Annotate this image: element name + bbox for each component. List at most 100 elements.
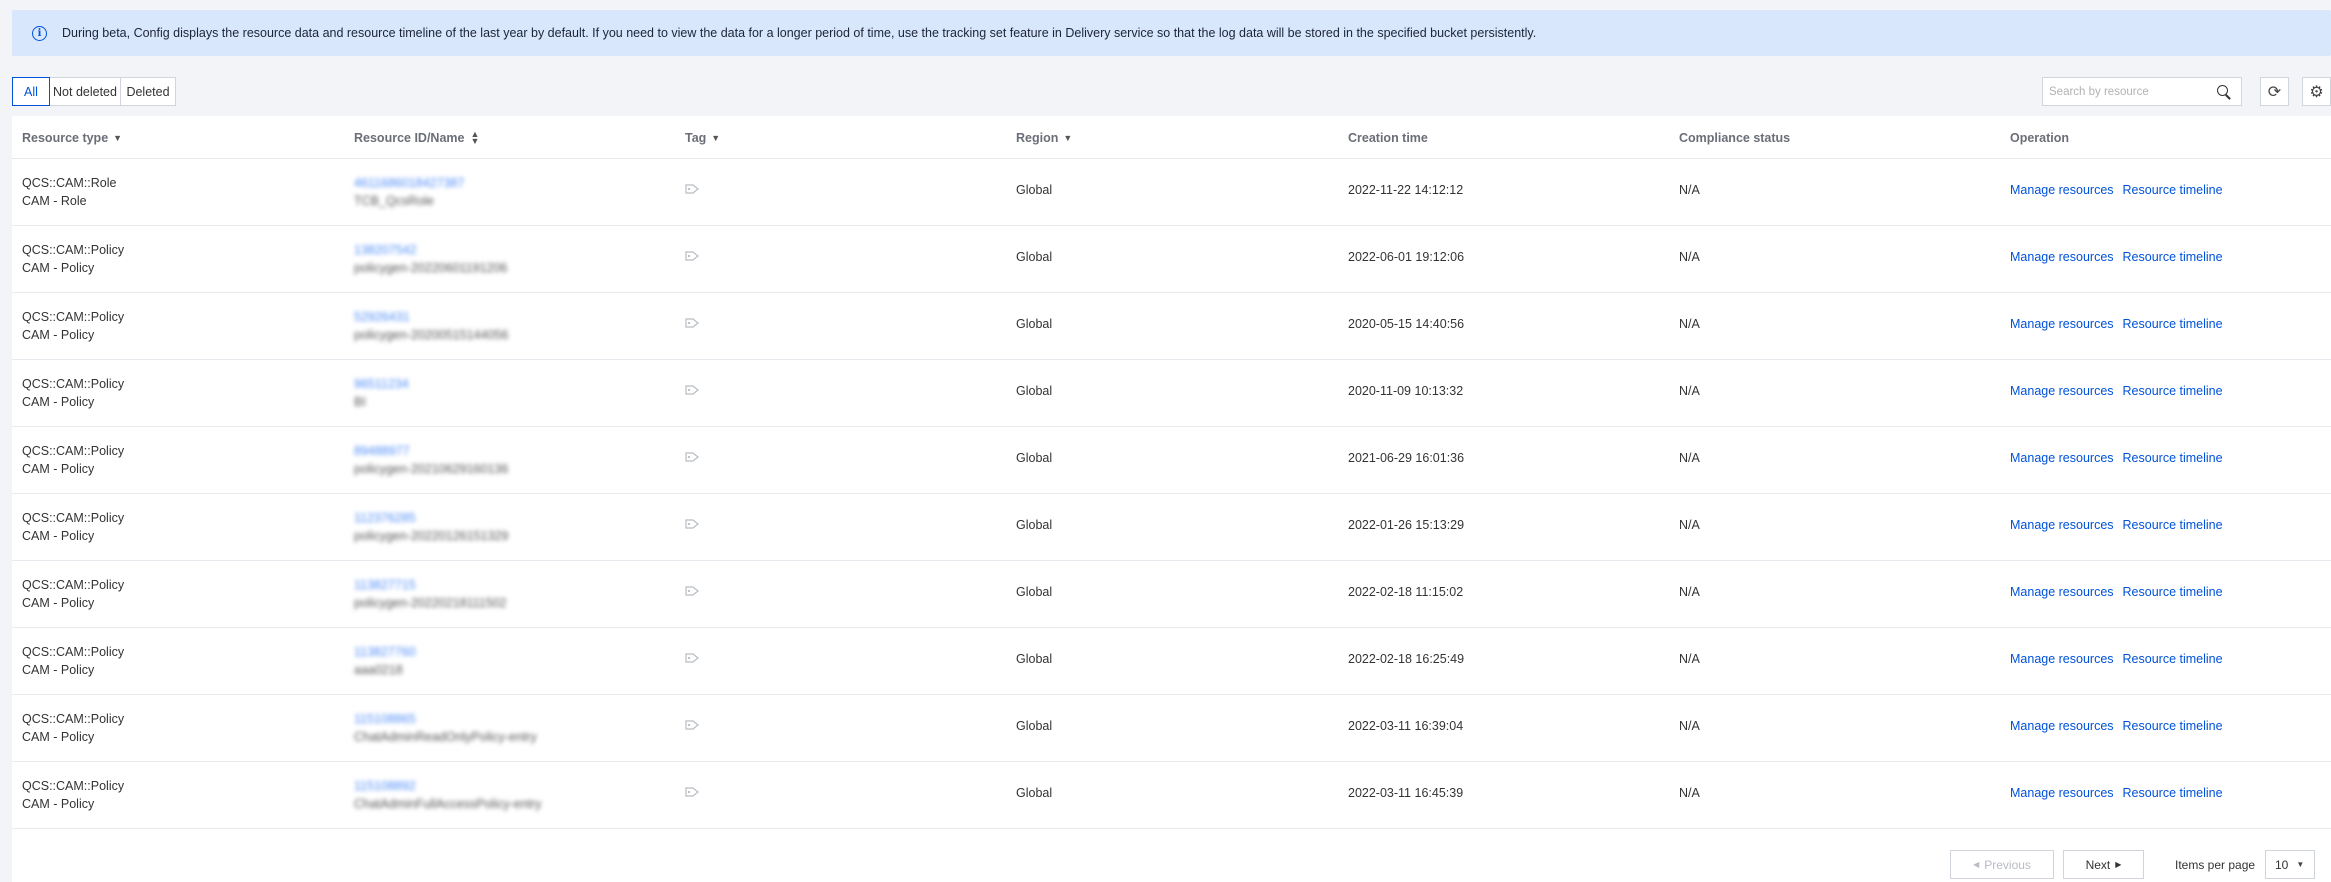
items-per-page-select[interactable]: 10 ▼	[2265, 850, 2315, 879]
resource-timeline-link[interactable]: Resource timeline	[2123, 518, 2223, 532]
resource-id-link[interactable]: 96511234	[354, 375, 409, 393]
caret-left-icon: ◀	[1973, 860, 1980, 869]
resource-name: ChatAdminReadOnlyPolicy-entry	[354, 730, 537, 744]
compliance-status-cell: N/A	[1679, 384, 1700, 398]
resource-type-code: QCS::CAM::Policy	[22, 578, 125, 592]
filter-icon[interactable]: ▼	[1063, 133, 1072, 143]
resource-timeline-link[interactable]: Resource timeline	[2123, 317, 2223, 331]
tag-icon[interactable]	[685, 452, 699, 462]
table-row: QCS::CAM::Policy CAM - Policy 96511234 B…	[12, 360, 2331, 427]
creation-time-cell: 2022-02-18 16:25:49	[1348, 652, 1465, 666]
resource-timeline-link[interactable]: Resource timeline	[2123, 250, 2223, 264]
resource-timeline-link[interactable]: Resource timeline	[2123, 384, 2223, 398]
manage-resources-link[interactable]: Manage resources	[2010, 719, 2114, 733]
operation-cell: Manage resources Resource timeline	[2010, 183, 2223, 197]
tag-icon[interactable]	[685, 519, 699, 529]
resource-type-cell: QCS::CAM::Policy CAM - Policy	[22, 308, 124, 344]
compliance-status-cell: N/A	[1679, 451, 1700, 465]
tag-icon[interactable]	[685, 318, 699, 328]
tag-icon[interactable]	[685, 385, 699, 395]
manage-resources-link[interactable]: Manage resources	[2010, 518, 2114, 532]
region-cell: Global	[1016, 451, 1053, 465]
tag-icon[interactable]	[685, 787, 699, 797]
creation-time-cell: 2020-11-09 10:13:32	[1348, 384, 1464, 398]
manage-resources-link[interactable]: Manage resources	[2010, 384, 2114, 398]
resource-id-link[interactable]: 4611686018427387	[354, 174, 464, 192]
creation-time-cell: 2022-03-11 16:45:39	[1348, 786, 1464, 800]
region-cell: Global	[1016, 585, 1053, 599]
operation-cell: Manage resources Resource timeline	[2010, 518, 2223, 532]
tag-icon[interactable]	[685, 720, 699, 730]
resource-timeline-link[interactable]: Resource timeline	[2123, 585, 2223, 599]
manage-resources-link[interactable]: Manage resources	[2010, 183, 2114, 197]
tag-icon[interactable]	[685, 184, 699, 194]
next-page-button[interactable]: Next ▶	[2063, 850, 2144, 879]
filter-all-button[interactable]: All	[12, 77, 50, 106]
pagination: ◀ Previous Next ▶ Items per page 10 ▼	[12, 842, 2331, 882]
resource-type-cell: QCS::CAM::Policy CAM - Policy	[22, 576, 124, 612]
resource-id-cell: 4611686018427387 TCB_QcsRole	[354, 174, 464, 210]
creation-time-cell: 2021-06-29 16:01:36	[1348, 451, 1465, 465]
resource-name: BI	[354, 395, 366, 409]
search-icon[interactable]	[2217, 84, 2231, 99]
resource-type-code: QCS::CAM::Policy	[22, 511, 125, 525]
resource-type-name: CAM - Policy	[22, 663, 95, 677]
table-row: QCS::CAM::Policy CAM - Policy 113827760 …	[12, 628, 2331, 695]
resource-id-link[interactable]: 115108892	[354, 777, 542, 795]
resource-type-code: QCS::CAM::Policy	[22, 310, 125, 324]
resource-name: policygen-20210629160136	[354, 462, 509, 476]
resource-name: policygen-20200515144056	[354, 328, 509, 342]
manage-resources-link[interactable]: Manage resources	[2010, 585, 2114, 599]
previous-page-button[interactable]: ◀ Previous	[1950, 850, 2054, 879]
sort-icon[interactable]: ▲ ▼	[470, 130, 479, 146]
resource-timeline-link[interactable]: Resource timeline	[2123, 786, 2223, 800]
resource-id-link[interactable]: 138207542	[354, 241, 507, 259]
resource-id-link[interactable]: 89488977	[354, 442, 508, 460]
chevron-down-icon: ▼	[2296, 860, 2305, 869]
tag-icon[interactable]	[685, 586, 699, 596]
resource-type-name: CAM - Policy	[22, 328, 95, 342]
manage-resources-link[interactable]: Manage resources	[2010, 451, 2114, 465]
filter-deleted-button[interactable]: Deleted	[120, 77, 176, 106]
resource-id-link[interactable]: 113827715	[354, 576, 506, 594]
operation-cell: Manage resources Resource timeline	[2010, 384, 2223, 398]
filter-not-deleted-button[interactable]: Not deleted	[49, 77, 121, 106]
operation-cell: Manage resources Resource timeline	[2010, 652, 2223, 666]
caret-right-icon: ▶	[2115, 860, 2122, 869]
resource-timeline-link[interactable]: Resource timeline	[2123, 451, 2223, 465]
tag-icon[interactable]	[685, 251, 699, 261]
filter-icon[interactable]: ▼	[711, 133, 720, 143]
manage-resources-link[interactable]: Manage resources	[2010, 652, 2114, 666]
search-input[interactable]	[2043, 78, 2217, 105]
resource-timeline-link[interactable]: Resource timeline	[2123, 652, 2223, 666]
refresh-button[interactable]: ⟳	[2260, 77, 2289, 106]
resource-id-link[interactable]: 112376285	[354, 509, 508, 527]
compliance-status-cell: N/A	[1679, 183, 1700, 197]
resource-type-code: QCS::CAM::Policy	[22, 243, 125, 257]
resource-timeline-link[interactable]: Resource timeline	[2123, 719, 2223, 733]
operation-cell: Manage resources Resource timeline	[2010, 317, 2223, 331]
resource-name: TCB_QcsRole	[354, 194, 434, 208]
settings-button[interactable]: ⚙	[2302, 77, 2331, 106]
resource-type-code: QCS::CAM::Policy	[22, 712, 125, 726]
manage-resources-link[interactable]: Manage resources	[2010, 250, 2114, 264]
items-per-page-label: Items per page	[2175, 858, 2256, 872]
resource-name: ChatAdminFullAccessPolicy-entry	[354, 797, 542, 811]
status-filter: All Not deleted Deleted	[12, 77, 176, 106]
resource-type-cell: QCS::CAM::Policy CAM - Policy	[22, 643, 124, 679]
resource-id-link[interactable]: 113827760	[354, 643, 416, 661]
compliance-status-cell: N/A	[1679, 317, 1700, 331]
resource-type-cell: QCS::CAM::Policy CAM - Policy	[22, 777, 124, 813]
manage-resources-link[interactable]: Manage resources	[2010, 786, 2114, 800]
creation-time-cell: 2020-05-15 14:40:56	[1348, 317, 1465, 331]
resource-timeline-link[interactable]: Resource timeline	[2123, 183, 2223, 197]
creation-time-cell: 2022-03-11 16:39:04	[1348, 719, 1464, 733]
compliance-status-cell: N/A	[1679, 250, 1700, 264]
tag-icon[interactable]	[685, 653, 699, 663]
filter-icon[interactable]: ▼	[113, 133, 122, 143]
resource-id-link[interactable]: 52926431	[354, 308, 508, 326]
table-row: QCS::CAM::Role CAM - Role 46116860184273…	[12, 159, 2331, 226]
resource-id-link[interactable]: 115108865	[354, 710, 537, 728]
manage-resources-link[interactable]: Manage resources	[2010, 317, 2114, 331]
resource-id-cell: 115108865 ChatAdminReadOnlyPolicy-entry	[354, 710, 537, 746]
